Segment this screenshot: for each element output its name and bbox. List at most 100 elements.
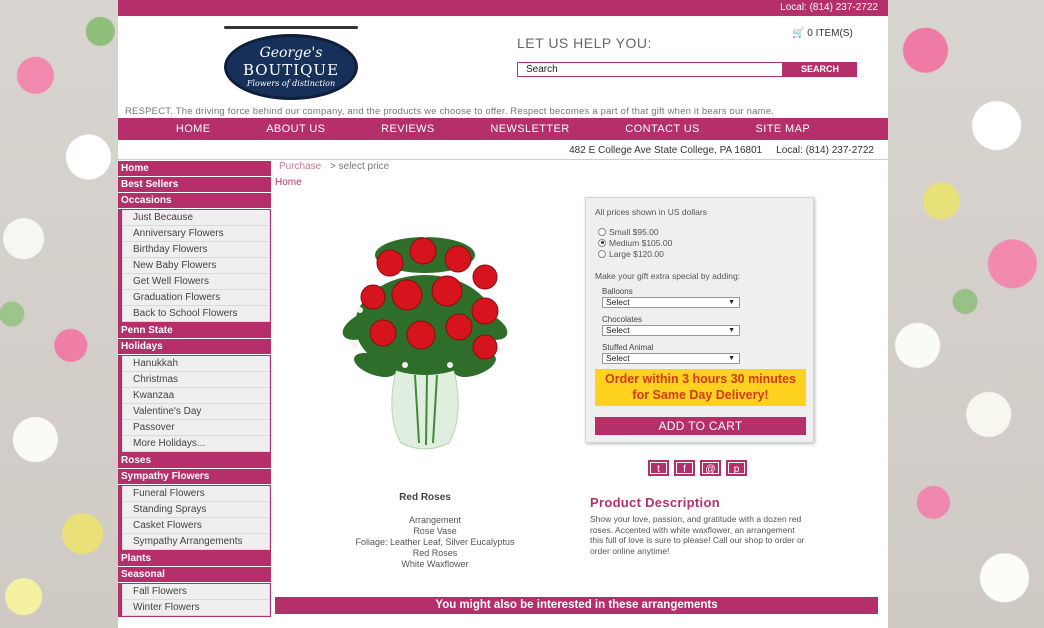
top-bar: Local: (814) 237-2722 xyxy=(118,0,888,16)
header: George's BOUTIQUE Flowers of distinction… xyxy=(118,16,888,118)
sidebar-item-get-well[interactable]: Get Well Flowers xyxy=(122,274,270,290)
product-detail: Arrangement xyxy=(408,515,462,525)
breadcrumb-home[interactable]: Home xyxy=(275,177,302,188)
cart-link[interactable]: 🛒 0 ITEM(S) xyxy=(792,28,853,39)
sidebar-item-winter[interactable]: Winter Flowers xyxy=(122,600,270,616)
pinterest-icon[interactable]: p xyxy=(726,460,747,476)
radio-large[interactable] xyxy=(598,249,606,258)
sidebar: Home Best Sellers Occasions Just Because… xyxy=(118,161,271,617)
price-option-medium[interactable]: Medium $105.00 xyxy=(598,238,672,248)
sidebar-item-more-holidays[interactable]: More Holidays... xyxy=(122,436,270,452)
chocolates-label: Chocolates xyxy=(602,315,643,324)
sign-bar xyxy=(224,26,358,29)
delivery-line-1: Order within 3 hours 30 minutes xyxy=(604,372,796,386)
nav-home[interactable]: HOME xyxy=(176,123,211,135)
sidebar-item-casket[interactable]: Casket Flowers xyxy=(122,518,270,534)
sidebar-sympathy[interactable]: Sympathy Flowers xyxy=(118,469,271,485)
price-medium-label: Medium $105.00 xyxy=(609,238,673,248)
breadcrumb-purchase[interactable]: Purchase xyxy=(279,161,321,172)
product-description-title: Product Description xyxy=(590,495,720,510)
nav-reviews[interactable]: REVIEWS xyxy=(381,123,435,135)
sidebar-occasions[interactable]: Occasions xyxy=(118,193,271,209)
nav-contact-us[interactable]: CONTACT US xyxy=(625,123,700,135)
sidebar-home[interactable]: Home xyxy=(118,161,271,177)
stuffed-animal-select[interactable]: Select ▼ xyxy=(602,353,740,364)
chevron-down-icon: ▼ xyxy=(728,355,735,362)
sidebar-sympathy-group: Funeral Flowers Standing Sprays Casket F… xyxy=(118,485,271,551)
sidebar-seasonal[interactable]: Seasonal xyxy=(118,567,271,583)
sidebar-penn-state[interactable]: Penn State xyxy=(118,323,271,339)
sidebar-holidays[interactable]: Holidays xyxy=(118,339,271,355)
sidebar-item-new-baby[interactable]: New Baby Flowers xyxy=(122,258,270,274)
chevron-down-icon: ▼ xyxy=(728,299,735,306)
sidebar-item-christmas[interactable]: Christmas xyxy=(122,372,270,388)
radio-medium[interactable] xyxy=(598,238,606,247)
floral-background-right xyxy=(886,0,1044,628)
logo-oval: George's BOUTIQUE Flowers of distinction xyxy=(224,34,358,100)
page: Local: (814) 237-2722 George's BOUTIQUE … xyxy=(118,0,888,628)
email-icon[interactable]: @ xyxy=(700,460,721,476)
nav-newsletter[interactable]: NEWSLETTER xyxy=(490,123,569,135)
logo-line-2: BOUTIQUE xyxy=(242,61,340,79)
price-option-large[interactable]: Large $120.00 xyxy=(598,249,664,259)
sidebar-item-fall[interactable]: Fall Flowers xyxy=(122,584,270,600)
chevron-down-icon: ▼ xyxy=(728,327,735,334)
address-bar: 482 E College Ave State College, PA 1680… xyxy=(118,140,888,160)
price-large-label: Large $120.00 xyxy=(609,249,664,259)
sidebar-item-standing-sprays[interactable]: Standing Sprays xyxy=(122,502,270,518)
product-image[interactable] xyxy=(335,215,515,455)
sidebar-item-just-because[interactable]: Just Because xyxy=(122,210,270,226)
search-button[interactable]: SEARCH xyxy=(783,62,857,77)
product-details: Arrangement Rose Vase Foliage: Leather L… xyxy=(315,515,555,570)
sidebar-plants[interactable]: Plants xyxy=(118,551,271,567)
balloons-label: Balloons xyxy=(602,287,633,296)
balloons-value: Select xyxy=(606,297,630,307)
product-detail: White Waxflower xyxy=(401,559,469,569)
price-note: All prices shown in US dollars xyxy=(595,207,707,217)
sidebar-roses[interactable]: Roses xyxy=(118,453,271,469)
price-box: All prices shown in US dollars Small $95… xyxy=(585,197,814,443)
search-input[interactable]: Search xyxy=(517,62,783,77)
sidebar-holidays-group: Hanukkah Christmas Kwanzaa Valentine's D… xyxy=(118,355,271,453)
sidebar-item-birthday[interactable]: Birthday Flowers xyxy=(122,242,270,258)
sidebar-item-funeral[interactable]: Funeral Flowers xyxy=(122,486,270,502)
sidebar-item-kwanzaa[interactable]: Kwanzaa xyxy=(122,388,270,404)
chocolates-value: Select xyxy=(606,325,630,335)
sidebar-item-anniversary[interactable]: Anniversary Flowers xyxy=(122,226,270,242)
price-option-small[interactable]: Small $95.00 xyxy=(598,227,659,237)
store-address: 482 E College Ave State College, PA 1680… xyxy=(569,145,763,156)
sidebar-occasions-group: Just Because Anniversary Flowers Birthda… xyxy=(118,209,271,323)
sidebar-item-graduation[interactable]: Graduation Flowers xyxy=(122,290,270,306)
store-phone[interactable]: Local: (814) 237-2722 xyxy=(776,145,874,156)
add-to-cart-button[interactable]: ADD TO CART xyxy=(595,417,806,435)
help-text: LET US HELP YOU: xyxy=(517,35,652,51)
twitter-icon[interactable]: t xyxy=(648,460,669,476)
balloons-select[interactable]: Select ▼ xyxy=(602,297,740,308)
delivery-banner: Order within 3 hours 30 minutes for Same… xyxy=(595,369,806,406)
chocolates-select[interactable]: Select ▼ xyxy=(602,325,740,336)
top-phone[interactable]: Local: (814) 237-2722 xyxy=(780,2,878,13)
product-detail: Foliage: Leather Leaf, Silver Eucalyptus xyxy=(355,537,515,547)
nav-about-us[interactable]: ABOUT US xyxy=(266,123,325,135)
cart-label: 0 ITEM(S) xyxy=(807,28,853,39)
product-detail: Rose Vase xyxy=(413,526,457,536)
also-interested-banner: You might also be interested in these ar… xyxy=(275,597,878,614)
nav-site-map[interactable]: SITE MAP xyxy=(756,123,811,135)
sidebar-item-valentines[interactable]: Valentine's Day xyxy=(122,404,270,420)
sidebar-seasonal-group: Fall Flowers Winter Flowers xyxy=(118,583,271,617)
main-nav: HOME ABOUT US REVIEWS NEWSLETTER CONTACT… xyxy=(118,118,888,140)
sidebar-item-passover[interactable]: Passover xyxy=(122,420,270,436)
logo[interactable]: George's BOUTIQUE Flowers of distinction xyxy=(222,24,360,100)
main-content: Purchase > select price Home Red Roses A… xyxy=(275,161,880,628)
facebook-icon[interactable]: f xyxy=(674,460,695,476)
logo-line-3: Flowers of distinction xyxy=(246,79,336,88)
social-share: t f @ p xyxy=(648,460,747,476)
sidebar-best-sellers[interactable]: Best Sellers xyxy=(118,177,271,193)
sidebar-item-back-to-school[interactable]: Back to School Flowers xyxy=(122,306,270,322)
sidebar-item-sympathy-arrangements[interactable]: Sympathy Arrangements xyxy=(122,534,270,550)
radio-small[interactable] xyxy=(598,227,606,236)
stuffed-animal-value: Select xyxy=(606,353,630,363)
extra-text: Make your gift extra special by adding: xyxy=(595,271,741,281)
logo-line-1: George's xyxy=(259,45,323,61)
sidebar-item-hanukkah[interactable]: Hanukkah xyxy=(122,356,270,372)
